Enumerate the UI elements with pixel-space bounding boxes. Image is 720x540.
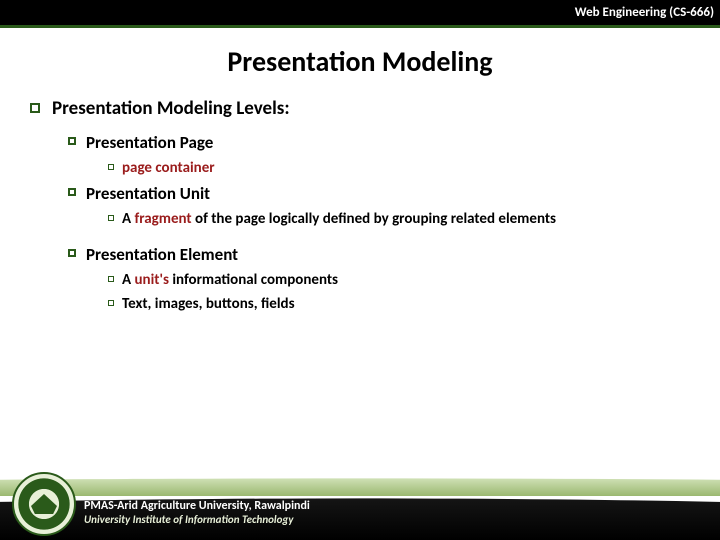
bullet-level3: Text, images, buttons, fields — [108, 295, 720, 313]
item-label: Presentation Unit — [86, 183, 210, 204]
bullet-icon — [108, 276, 114, 282]
bullet-level2: Presentation Unit — [68, 183, 720, 204]
bullet-icon — [30, 103, 40, 113]
university-name: PMAS-Arid Agriculture University, Rawalp… — [84, 499, 310, 513]
bullet-level3: A fragment of the page logically defined… — [108, 210, 720, 228]
item-text: page container — [122, 159, 215, 177]
slide: Web Engineering (CS-666) Presentation Mo… — [0, 0, 720, 540]
bullet-level2: Presentation Page — [68, 132, 720, 153]
item-text: A fragment of the page logically defined… — [122, 210, 556, 228]
bullet-level2: Presentation Element — [68, 244, 720, 265]
bullet-level1: Presentation Modeling Levels: — [30, 97, 720, 120]
slide-content: Presentation Modeling Levels: Presentati… — [0, 97, 720, 313]
bullet-icon — [68, 137, 76, 145]
item-label: Presentation Element — [86, 244, 238, 265]
slide-title: Presentation Modeling — [0, 44, 720, 79]
institute-name: University Institute of Information Tech… — [84, 513, 310, 526]
item-label: Presentation Page — [86, 132, 213, 153]
footer: PMAS-Arid Agriculture University, Rawalp… — [0, 464, 720, 540]
university-seal-icon — [12, 472, 76, 536]
item-text: A unit's informational components — [122, 271, 338, 289]
bullet-level3: page container — [108, 159, 720, 177]
tree-icon — [31, 494, 57, 514]
bullet-icon — [108, 215, 114, 221]
header-bar: Web Engineering (CS-666) — [0, 0, 720, 28]
course-code: Web Engineering (CS-666) — [575, 5, 714, 20]
bullet-icon — [68, 188, 76, 196]
bullet-icon — [108, 164, 114, 170]
item-text: Text, images, buttons, fields — [122, 295, 295, 313]
bullet-icon — [68, 249, 76, 257]
bullet-icon — [108, 300, 114, 306]
swoosh-decoration — [0, 474, 720, 496]
bullet-level3: A unit's informational components — [108, 271, 720, 289]
heading-text: Presentation Modeling Levels: — [52, 97, 290, 120]
footer-text: PMAS-Arid Agriculture University, Rawalp… — [84, 499, 310, 526]
